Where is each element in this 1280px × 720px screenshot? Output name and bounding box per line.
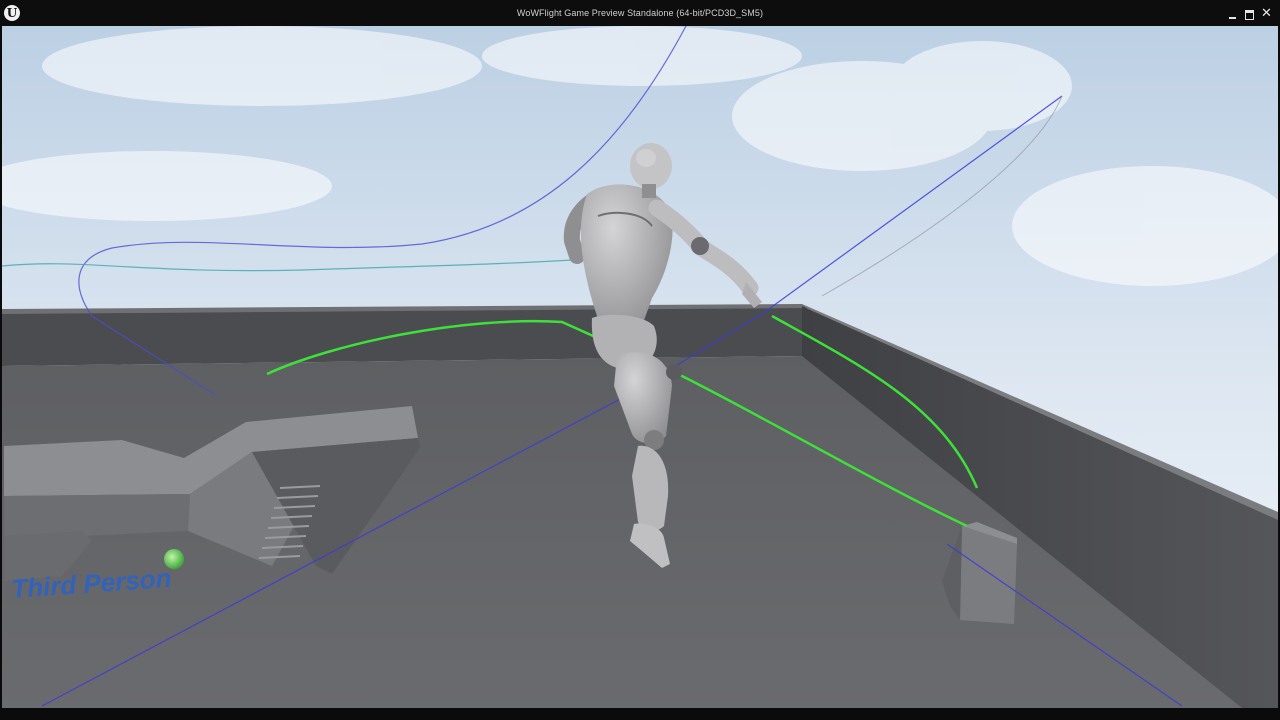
title-bar[interactable]: U WoWFlight Game Preview Standalone (64-… [0, 0, 1280, 26]
close-button[interactable]: ✕ [1260, 5, 1274, 21]
window-title: WoWFlight Game Preview Standalone (64-bi… [516, 8, 764, 18]
minimize-icon [1229, 17, 1236, 19]
maximize-icon [1245, 10, 1254, 20]
green-orb-icon [164, 549, 184, 569]
minimize-button[interactable] [1226, 9, 1240, 21]
game-viewport[interactable]: Third Person [2, 26, 1278, 708]
game-window: U WoWFlight Game Preview Standalone (64-… [0, 0, 1280, 720]
maximize-button[interactable] [1243, 9, 1257, 21]
bottom-bar [0, 708, 1280, 720]
game-scene: Third Person [2, 26, 1278, 708]
close-icon: ✕ [1261, 5, 1272, 20]
back-wall [2, 306, 802, 366]
